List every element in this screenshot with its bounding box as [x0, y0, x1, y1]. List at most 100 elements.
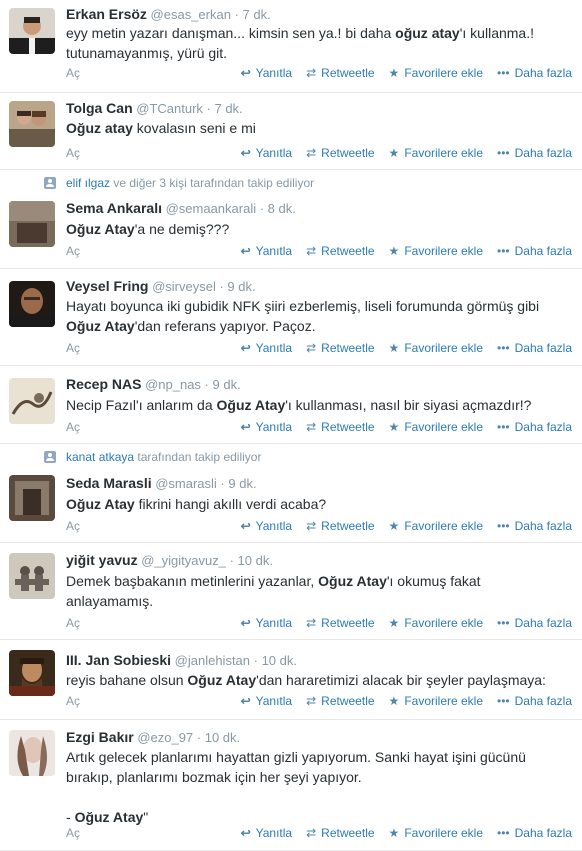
retweet-button[interactable]: ⇄ Retweetle — [306, 341, 374, 355]
avatar[interactable] — [9, 201, 55, 247]
avatar[interactable] — [9, 475, 55, 521]
favorite-button[interactable]: ★ Favorilere ekle — [389, 244, 483, 258]
tweet[interactable]: Erkan Ersöz @esas_erkan · 7 dk. eyy metin… — [0, 0, 582, 93]
reply-button[interactable]: ↩ Yanıtla — [241, 146, 293, 160]
more-button[interactable]: ••• Daha fazla — [497, 146, 572, 160]
more-button[interactable]: ••• Daha fazla — [497, 694, 572, 708]
timestamp[interactable]: 10 dk. — [205, 730, 240, 745]
avatar[interactable] — [9, 378, 55, 424]
favorite-button[interactable]: ★ Favorilere ekle — [389, 694, 483, 708]
tweet[interactable]: Veysel Fring @sirveysel · 9 dk. Hayatı bo… — [0, 269, 582, 366]
avatar[interactable] — [9, 8, 55, 54]
username[interactable]: @_yigityavuz_ — [138, 553, 226, 568]
ellipsis-icon: ••• — [497, 66, 510, 80]
more-button[interactable]: ••• Daha fazla — [497, 66, 572, 80]
fullname[interactable]: Veysel Fring — [66, 278, 148, 294]
fullname[interactable]: Erkan Ersöz — [66, 6, 147, 22]
timestamp[interactable]: 9 dk. — [227, 279, 255, 294]
fullname[interactable]: Recep NAS — [66, 376, 141, 392]
expand-link[interactable]: Aç — [66, 826, 80, 840]
reply-button[interactable]: ↩ Yanıtla — [241, 420, 293, 434]
fullname[interactable]: III. Jan Sobieski — [66, 652, 171, 668]
fullname[interactable]: Sema Ankaralı — [66, 200, 162, 216]
reply-button[interactable]: ↩ Yanıtla — [241, 341, 293, 355]
tweet[interactable]: Tolga Can @TCanturk · 7 dk. Oğuz atay kov… — [0, 93, 582, 170]
context-user-link[interactable]: kanat atkaya — [66, 450, 134, 464]
timestamp[interactable]: 10 dk. — [262, 653, 297, 668]
fullname[interactable]: Seda Marasli — [66, 475, 152, 491]
more-button[interactable]: ••• Daha fazla — [497, 341, 572, 355]
timestamp[interactable]: 8 dk. — [268, 201, 296, 216]
tweet[interactable]: elif ılgaz ve diğer 3 kişi tarafından ta… — [0, 170, 582, 269]
avatar[interactable] — [9, 101, 55, 147]
more-button[interactable]: ••• Daha fazla — [497, 826, 572, 840]
username[interactable]: @np_nas — [141, 377, 201, 392]
fullname[interactable]: Ezgi Bakır — [66, 729, 134, 745]
expand-link[interactable]: Aç — [66, 341, 80, 355]
username[interactable]: @smarasli — [152, 476, 217, 491]
username[interactable]: @semaankarali — [162, 201, 257, 216]
avatar[interactable] — [9, 650, 55, 696]
avatar[interactable] — [9, 281, 55, 327]
retweet-button[interactable]: ⇄ Retweetle — [306, 826, 374, 840]
retweet-button[interactable]: ⇄ Retweetle — [306, 420, 374, 434]
favorite-button[interactable]: ★ Favorilere ekle — [389, 341, 483, 355]
highlighted-term: Oğuz Atay — [66, 496, 135, 512]
timestamp[interactable]: 9 dk. — [213, 377, 241, 392]
tweet[interactable]: Recep NAS @np_nas · 9 dk. Necip Fazıl'ı a… — [0, 366, 582, 444]
expand-link[interactable]: Aç — [66, 616, 80, 630]
favorite-button[interactable]: ★ Favorilere ekle — [389, 146, 483, 160]
retweet-button[interactable]: ⇄ Retweetle — [306, 694, 374, 708]
timestamp[interactable]: 9 dk. — [228, 476, 256, 491]
fullname[interactable]: yiğit yavuz — [66, 552, 138, 568]
username[interactable]: @ezo_97 — [134, 730, 193, 745]
reply-button[interactable]: ↩ Yanıtla — [241, 616, 293, 630]
tweet[interactable]: yiğit yavuz @_yigityavuz_ · 10 dk. Demek … — [0, 543, 582, 640]
favorite-button[interactable]: ★ Favorilere ekle — [389, 66, 483, 80]
username[interactable]: @sirveysel — [148, 279, 216, 294]
expand-link[interactable]: Aç — [66, 66, 80, 80]
retweet-icon: ⇄ — [306, 244, 317, 258]
username[interactable]: @TCanturk — [133, 101, 203, 116]
favorite-button[interactable]: ★ Favorilere ekle — [389, 616, 483, 630]
tweet[interactable]: III. Jan Sobieski @janlehistan · 10 dk. r… — [0, 640, 582, 720]
reply-button[interactable]: ↩ Yanıtla — [241, 694, 293, 708]
favorite-label: Favorilere ekle — [404, 420, 484, 434]
tweet[interactable]: kanat atkaya tarafından takip ediliyor Se… — [0, 444, 582, 543]
favorite-label: Favorilere ekle — [404, 341, 484, 355]
expand-link[interactable]: Aç — [66, 420, 80, 434]
favorite-button[interactable]: ★ Favorilere ekle — [389, 420, 483, 434]
fullname[interactable]: Tolga Can — [66, 100, 133, 116]
tweet-actions: ↩ Yanıtla ⇄ Retweetle ★ Favorilere ekle ••• Dah… — [227, 694, 572, 708]
more-button[interactable]: ••• Daha fazla — [497, 420, 572, 434]
username[interactable]: @janlehistan — [171, 653, 250, 668]
more-button[interactable]: ••• Daha fazla — [497, 519, 572, 533]
context-text: ve diğer 3 kişi tarafından takip ediliyo… — [110, 176, 315, 190]
username[interactable]: @esas_erkan — [147, 7, 231, 22]
avatar[interactable] — [9, 730, 55, 776]
highlighted-term: Oğuz Atay — [66, 221, 135, 237]
retweet-button[interactable]: ⇄ Retweetle — [306, 66, 374, 80]
reply-button[interactable]: ↩ Yanıtla — [241, 519, 293, 533]
favorite-button[interactable]: ★ Favorilere ekle — [389, 826, 483, 840]
reply-button[interactable]: ↩ Yanıtla — [241, 66, 293, 80]
reply-button[interactable]: ↩ Yanıtla — [241, 826, 293, 840]
retweet-button[interactable]: ⇄ Retweetle — [306, 244, 374, 258]
expand-link[interactable]: Aç — [66, 146, 80, 160]
context-user-link[interactable]: elif ılgaz — [66, 176, 110, 190]
expand-link[interactable]: Aç — [66, 519, 80, 533]
timestamp[interactable]: 7 dk. — [243, 7, 271, 22]
reply-button[interactable]: ↩ Yanıtla — [241, 244, 293, 258]
timestamp[interactable]: 10 dk. — [238, 553, 273, 568]
timestamp[interactable]: 7 dk. — [214, 101, 242, 116]
avatar[interactable] — [9, 553, 55, 599]
expand-link[interactable]: Aç — [66, 694, 80, 708]
favorite-button[interactable]: ★ Favorilere ekle — [389, 519, 483, 533]
expand-link[interactable]: Aç — [66, 244, 80, 258]
retweet-button[interactable]: ⇄ Retweetle — [306, 616, 374, 630]
retweet-button[interactable]: ⇄ Retweetle — [306, 146, 374, 160]
tweet[interactable]: Ezgi Bakır @ezo_97 · 10 dk. Artık gelecek… — [0, 720, 582, 851]
more-button[interactable]: ••• Daha fazla — [497, 244, 572, 258]
more-button[interactable]: ••• Daha fazla — [497, 616, 572, 630]
retweet-button[interactable]: ⇄ Retweetle — [306, 519, 374, 533]
